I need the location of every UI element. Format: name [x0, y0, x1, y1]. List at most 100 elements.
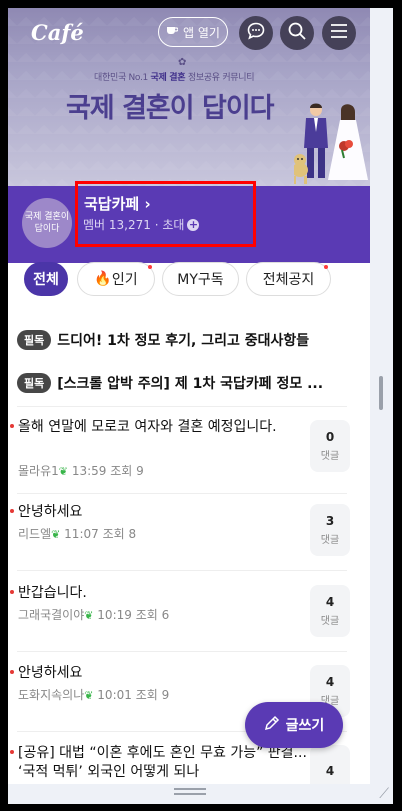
post-time: 10:01 — [97, 688, 132, 702]
search-button[interactable] — [280, 16, 314, 50]
chat-bubble-icon — [246, 21, 266, 45]
post-author: 도화지속의나 — [18, 688, 85, 702]
new-post-dot — [10, 670, 14, 674]
invite-plus-icon[interactable]: + — [187, 218, 200, 231]
tagline-prefix: 대한민국 No.1 — [94, 73, 151, 83]
divider — [17, 651, 347, 652]
post-author: 그래국결이야 — [18, 608, 85, 622]
post-views: 조회 9 — [135, 688, 170, 702]
post-time: 10:19 — [97, 608, 132, 622]
post-item[interactable]: 반갑습니다. 그래국결이야❦ 10:19 조회 6 4 댓글 — [10, 584, 350, 644]
post-item[interactable]: 안녕하세요 리드엘❦ 11:07 조회 8 3 댓글 — [10, 503, 350, 563]
notice-item[interactable]: 필독 드디어! 1차 정모 후기, 그리고 중대사항들 — [17, 325, 357, 355]
post-views: 조회 9 — [110, 464, 144, 478]
tab-popular[interactable]: 🔥 인기 — [77, 262, 155, 296]
new-post-dot — [10, 424, 14, 428]
post-time: 13:59 — [71, 464, 107, 478]
tab-all-notices[interactable]: 전체공지 — [246, 262, 331, 296]
member-invite-text: 멤버 13,271 · 초대 — [83, 218, 185, 232]
post-meta: 몰라유1❦ 13:59 조회 9 — [18, 462, 144, 479]
resize-grip-icon[interactable]: ⟋ — [379, 786, 389, 802]
pencil-icon — [264, 715, 280, 735]
write-post-button[interactable]: 글쓰기 — [245, 702, 343, 748]
hamburger-icon — [330, 23, 348, 43]
open-app-label: 앱 열기 — [183, 25, 220, 40]
post-author: 리드엘 — [18, 527, 52, 541]
divider — [17, 493, 347, 494]
tab-notice-label: 전체공지 — [262, 272, 315, 288]
comment-count: 3 — [325, 514, 335, 528]
post-title: [공유] 대법 “이혼 후에도 혼인 무효 가능” 판결... ‘국적 먹튀’ … — [18, 745, 307, 780]
couple-illustration — [294, 103, 368, 184]
drag-handle[interactable] — [174, 788, 206, 790]
comment-count-box[interactable]: 0 댓글 — [310, 420, 350, 472]
new-post-dot — [10, 590, 14, 594]
tagline-suffix: 정보공유 커뮤니티 — [185, 73, 255, 83]
post-title: 반갑습니다. — [18, 585, 87, 601]
chevron-right-icon: › — [144, 195, 151, 213]
new-dot-icon — [148, 265, 152, 269]
tab-all[interactable]: 전체 — [24, 262, 68, 296]
board-tabs: 전체 🔥 인기 MY구독 전체공지 — [16, 262, 362, 298]
scrollbar-thumb[interactable] — [379, 376, 383, 410]
coffee-cup-icon — [166, 25, 179, 39]
banner-tagline: 대한민국 No.1 국제 결혼 정보공유 커뮤니티 — [94, 70, 255, 83]
post-item[interactable]: [공유] 대법 “이혼 후에도 혼인 무효 가능” 판결... ‘국적 먹튀’ … — [10, 744, 350, 784]
post-meta: 도화지속의나❦ 10:01 조회 9 — [18, 686, 169, 703]
comment-count: 0 — [325, 430, 335, 444]
emblem-icon: ✿ — [178, 57, 187, 68]
cafe-avatar[interactable]: 국제 결혼이 답이다 — [22, 198, 72, 248]
comment-label: 댓글 — [320, 535, 340, 546]
post-author: 몰라유1 — [18, 464, 59, 478]
window-bottom-bar: ⟋ — [8, 784, 393, 804]
banner-headline: 국제 결혼이 답이다 — [66, 93, 275, 124]
sprout-icon: ❦ — [84, 689, 94, 702]
highlight-box — [75, 181, 256, 247]
cafe-name-link[interactable]: 국답카페 › — [84, 193, 151, 214]
comment-count: 4 — [325, 764, 335, 778]
open-app-button[interactable]: 앱 열기 — [158, 17, 228, 47]
post-title: 올해 연말에 모로코 여자와 결혼 예정입니다. — [18, 419, 277, 435]
notice-item[interactable]: 필독 [스크롤 압박 주의] 제 1차 국답카페 정모 ... — [17, 368, 357, 398]
new-post-dot — [10, 750, 14, 754]
post-title: 안녕하세요 — [18, 504, 83, 520]
menu-button[interactable] — [322, 16, 356, 50]
new-dot-icon — [324, 265, 328, 269]
sprout-icon: ❦ — [51, 528, 61, 541]
cafe-banner: Café 앱 열기 ✿ 대한민국 No.1 국제 결혼 정보공유 커뮤니티 국제… — [8, 8, 370, 186]
pinned-badge: 필독 — [17, 330, 52, 350]
fire-icon: 🔥 — [94, 271, 112, 287]
write-label: 글쓰기 — [285, 718, 325, 734]
search-icon — [287, 21, 307, 45]
notice-title: 드디어! 1차 정모 후기, 그리고 중대사항들 — [57, 333, 310, 349]
tab-all-label: 전체 — [33, 272, 59, 288]
comment-label: 댓글 — [320, 451, 340, 462]
post-views: 조회 8 — [102, 527, 137, 541]
comment-label: 댓글 — [320, 616, 340, 627]
post-meta: 리드엘❦ 11:07 조회 8 — [18, 525, 136, 542]
divider — [17, 406, 347, 407]
comment-count-box[interactable]: 4 — [310, 745, 350, 784]
vertical-scrollbar[interactable] — [370, 8, 393, 784]
post-time: 11:07 — [64, 527, 99, 541]
post-views: 조회 6 — [135, 608, 170, 622]
pinned-badge: 필독 — [17, 373, 52, 393]
cafe-logo[interactable]: Café — [31, 20, 84, 45]
comment-count: 4 — [325, 675, 335, 689]
tab-popular-label: 인기 — [111, 272, 138, 288]
post-meta: 그래국결이야❦ 10:19 조회 6 — [18, 606, 169, 623]
comment-count: 4 — [325, 595, 335, 609]
chat-button[interactable] — [239, 16, 273, 50]
cafe-name: 국답카페 — [84, 195, 140, 213]
new-post-dot — [10, 509, 14, 513]
tab-my-subscriptions[interactable]: MY구독 — [162, 262, 239, 296]
notice-title: [스크롤 압박 주의] 제 1차 국답카페 정모 ... — [57, 376, 324, 392]
divider — [17, 570, 347, 571]
cafe-meta: 멤버 13,271 · 초대 + — [83, 216, 200, 233]
comment-count-box[interactable]: 4 댓글 — [310, 585, 350, 637]
post-item[interactable]: 올해 연말에 모로코 여자와 결혼 예정입니다. 몰라유1❦ 13:59 조회 … — [10, 418, 350, 488]
sprout-icon: ❦ — [58, 465, 68, 478]
post-title: 안녕하세요 — [18, 665, 83, 681]
comment-count-box[interactable]: 3 댓글 — [310, 504, 350, 556]
sprout-icon: ❦ — [84, 609, 94, 622]
